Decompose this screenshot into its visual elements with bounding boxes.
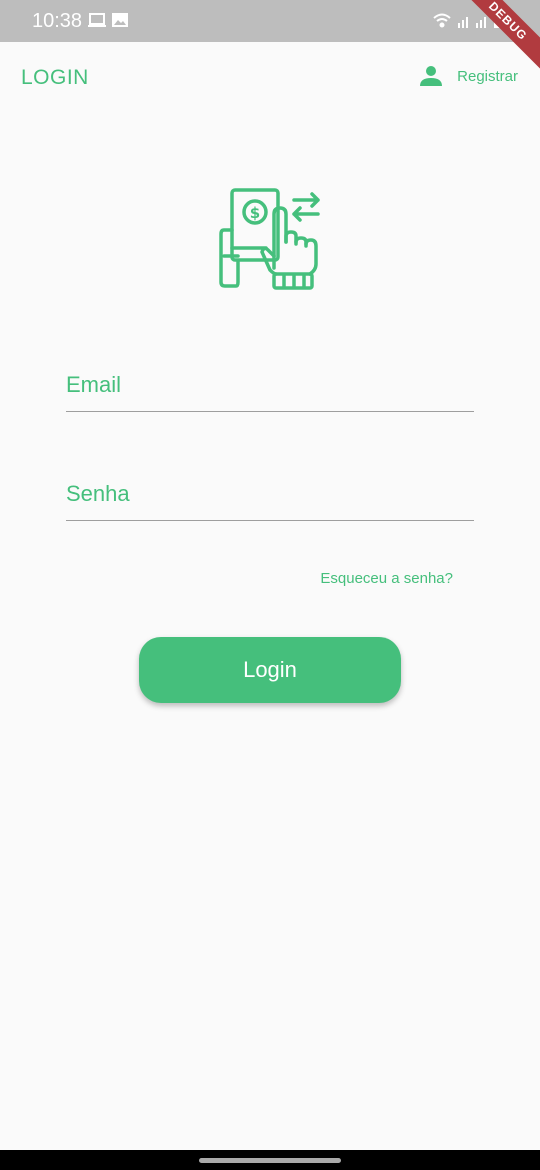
svg-text:$: $: [250, 204, 260, 222]
password-input[interactable]: [66, 474, 474, 514]
status-bar: 10:38 DEBUG: [0, 0, 540, 79]
status-icons-left: [88, 12, 134, 35]
email-field[interactable]: [66, 357, 474, 412]
app-bar: LOGIN Registrar: [0, 42, 540, 114]
home-gesture-handle[interactable]: [199, 1158, 341, 1163]
person-icon: [420, 66, 443, 86]
wifi-icon: [433, 13, 451, 28]
payment-illustration-icon: $: [218, 186, 322, 297]
register-button[interactable]: Registrar: [419, 64, 518, 88]
signal-icon: [458, 17, 468, 28]
laptop-icon: [88, 13, 106, 27]
page-title: LOGIN: [21, 66, 89, 89]
forgot-password-link[interactable]: Esqueceu a senha?: [320, 570, 453, 587]
system-nav-bar: [0, 1150, 540, 1170]
email-input[interactable]: [66, 365, 474, 405]
login-button[interactable]: Login: [139, 637, 401, 703]
signal-icon: [476, 17, 486, 28]
status-time: 10:38: [32, 10, 83, 32]
password-field[interactable]: [66, 466, 474, 521]
image-icon: [112, 13, 128, 27]
register-label: Registrar: [457, 67, 518, 85]
